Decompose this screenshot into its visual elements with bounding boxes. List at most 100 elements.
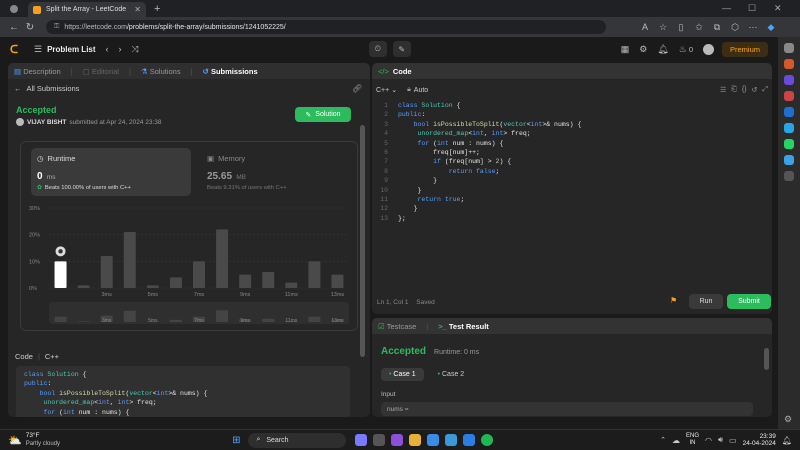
windows-start-icon[interactable]: ⊞ bbox=[232, 435, 240, 446]
tab-test-result[interactable]: >_ Test Result bbox=[438, 322, 489, 331]
taskbar-search[interactable]: ⌕ Search bbox=[248, 432, 347, 448]
extensions-icon[interactable]: ⬡ bbox=[726, 22, 744, 33]
read-aloud-icon[interactable]: A bbox=[636, 22, 654, 32]
run-button[interactable]: Run bbox=[689, 294, 723, 309]
histogram-bar[interactable] bbox=[308, 261, 321, 288]
cloud-icon[interactable] bbox=[784, 155, 794, 165]
username[interactable]: VIJAY BISHT bbox=[27, 119, 66, 126]
shopping-icon[interactable] bbox=[784, 59, 794, 69]
file-explorer-icon[interactable] bbox=[409, 434, 422, 446]
settings-gear-icon[interactable]: ⚙ bbox=[784, 414, 792, 425]
vscode-icon[interactable] bbox=[445, 434, 458, 446]
tab-editorial[interactable]: ▢ Editorial bbox=[83, 67, 119, 76]
collections-icon[interactable]: ⧉ bbox=[708, 22, 726, 33]
spotify-icon[interactable] bbox=[481, 434, 494, 446]
prev-problem-icon[interactable]: ‹ bbox=[106, 44, 109, 54]
format-icon[interactable]: ☰ bbox=[720, 86, 726, 94]
new-tab-icon[interactable]: + bbox=[154, 3, 160, 15]
copilot-icon[interactable]: ◆ bbox=[762, 22, 780, 33]
result-scrollbar[interactable] bbox=[764, 348, 769, 370]
timer-icon[interactable]: ⏲ bbox=[368, 41, 387, 57]
code-line[interactable]: } bbox=[398, 204, 581, 213]
widgets-icon[interactable] bbox=[355, 434, 368, 446]
share-link-icon[interactable]: 🔗︎ bbox=[352, 84, 362, 93]
histogram-bar[interactable] bbox=[193, 261, 205, 288]
browser-tab[interactable]: Split the Array - LeetCode ✕ bbox=[28, 2, 146, 17]
histogram-bar[interactable] bbox=[331, 274, 344, 288]
split-screen-icon[interactable]: ▯ bbox=[672, 22, 690, 33]
histogram-bar[interactable] bbox=[169, 277, 182, 288]
chat-icon[interactable] bbox=[391, 434, 404, 446]
avatar[interactable] bbox=[702, 43, 714, 55]
outlook-icon[interactable] bbox=[784, 107, 794, 117]
favorite-star-icon[interactable]: ☆ bbox=[654, 22, 672, 33]
close-tab-icon[interactable]: ✕ bbox=[134, 5, 141, 14]
weather-widget[interactable]: ⛅ 73°F Partly cloudy bbox=[8, 432, 60, 448]
search-icon[interactable] bbox=[784, 43, 794, 53]
histogram-bar[interactable] bbox=[216, 229, 229, 288]
notes-icon[interactable]: ✎ bbox=[392, 41, 411, 57]
user-avatar[interactable] bbox=[16, 118, 24, 126]
code-line[interactable]: } bbox=[398, 176, 581, 185]
code-line[interactable]: return false; bbox=[398, 167, 581, 176]
code-line[interactable]: return true; bbox=[398, 195, 581, 204]
premium-button[interactable]: Premium bbox=[721, 41, 768, 57]
settings-icon[interactable]: ⚙ bbox=[639, 44, 647, 55]
edge-icon[interactable] bbox=[463, 434, 476, 446]
auto-mode-toggle[interactable]: Auto bbox=[414, 87, 428, 94]
problem-list-button[interactable]: Problem List bbox=[47, 45, 95, 54]
whatsapp-icon[interactable] bbox=[784, 139, 794, 149]
volume-icon[interactable]: 🔊︎ bbox=[718, 435, 723, 445]
runtime-card[interactable]: ◷ Runtime 0 ms ✿ Beats 100.00% of users … bbox=[31, 148, 191, 196]
code-line[interactable]: bool isPossibleToSplit(vector<int>& nums… bbox=[398, 120, 582, 129]
histogram-bar[interactable] bbox=[123, 232, 136, 288]
tab-solutions[interactable]: ⚗ Solutions bbox=[141, 67, 181, 76]
submit-button[interactable]: Submit bbox=[727, 294, 771, 309]
next-problem-icon[interactable]: › bbox=[119, 44, 122, 54]
code-line[interactable]: class Solution { bbox=[398, 101, 581, 110]
streak-flame-icon[interactable]: ♨ bbox=[679, 44, 687, 55]
onedrive-icon[interactable]: ☁ bbox=[672, 436, 680, 445]
case-2-tab[interactable]: • Case 2 bbox=[430, 368, 473, 381]
shuffle-icon[interactable]: ⤨ bbox=[132, 44, 139, 55]
debug-icon[interactable]: ⚑ bbox=[670, 296, 677, 305]
histogram-bar[interactable] bbox=[285, 282, 298, 288]
memory-card[interactable]: ▣ Memory 25.65 MB Beats 9.31% of users w… bbox=[201, 148, 351, 196]
histogram-bar[interactable] bbox=[146, 285, 159, 288]
minimize-icon[interactable]: — bbox=[722, 3, 731, 13]
address-bar[interactable]: ⚿ https://leetcode.com/problems/split-th… bbox=[46, 20, 606, 34]
problem-list-icon[interactable]: ☰ bbox=[34, 44, 42, 55]
more-menu-icon[interactable]: ⋯ bbox=[744, 22, 762, 33]
tab-description[interactable]: ▤ Description bbox=[14, 67, 61, 76]
wifi-icon[interactable]: ◠ bbox=[705, 436, 712, 445]
code-line[interactable]: unordered_map<int, int> freq; bbox=[398, 129, 581, 138]
favorites-icon[interactable]: ✩ bbox=[690, 22, 708, 33]
submitted-code-block[interactable]: class Solution {public: bool isPossibleT… bbox=[16, 366, 350, 417]
reset-icon[interactable]: ↺ bbox=[752, 86, 758, 94]
layout-icon[interactable]: ▦ bbox=[621, 44, 630, 55]
code-line[interactable]: public: bbox=[398, 110, 581, 119]
bookmark-icon[interactable]: ⎗ bbox=[731, 86, 737, 94]
code-line[interactable]: }; bbox=[398, 214, 581, 223]
browser-menu[interactable] bbox=[0, 4, 28, 13]
braces-icon[interactable]: {} bbox=[742, 86, 747, 94]
histogram-bar[interactable] bbox=[239, 274, 252, 288]
case-1-tab[interactable]: • Case 1 bbox=[381, 368, 424, 381]
runtime-distribution-chart[interactable]: 30% 20% 10% 0% 3ms 5ms 7ms 9ms 11ms 13ms 3ms 5ms 7ms… bbox=[21, 198, 357, 332]
left-scrollbar[interactable] bbox=[360, 125, 365, 357]
leetcode-logo-icon[interactable]: ᑕ bbox=[10, 43, 20, 56]
battery-icon[interactable]: ▭ bbox=[729, 436, 737, 445]
fullscreen-icon[interactable]: ⤢ bbox=[762, 86, 768, 94]
clock[interactable]: 23:39 24-04-2024 bbox=[743, 433, 776, 447]
editor-code[interactable]: class Solution {public: bool isPossibleT… bbox=[392, 101, 581, 281]
tools-icon[interactable] bbox=[784, 91, 794, 101]
add-icon[interactable] bbox=[784, 171, 794, 181]
tab-submissions[interactable]: ↺ Submissions bbox=[203, 67, 258, 76]
notification-icon[interactable]: 🔔︎ bbox=[782, 436, 792, 445]
all-submissions-link[interactable]: ← All Submissions bbox=[14, 84, 79, 93]
code-line[interactable]: for (int num : nums) { bbox=[398, 139, 581, 148]
close-window-icon[interactable]: ✕ bbox=[774, 3, 782, 14]
histogram-bar[interactable] bbox=[100, 256, 113, 288]
language-indicator[interactable]: ENG IN bbox=[686, 433, 699, 447]
code-line[interactable]: if (freq[num] > 2) { bbox=[398, 157, 581, 166]
